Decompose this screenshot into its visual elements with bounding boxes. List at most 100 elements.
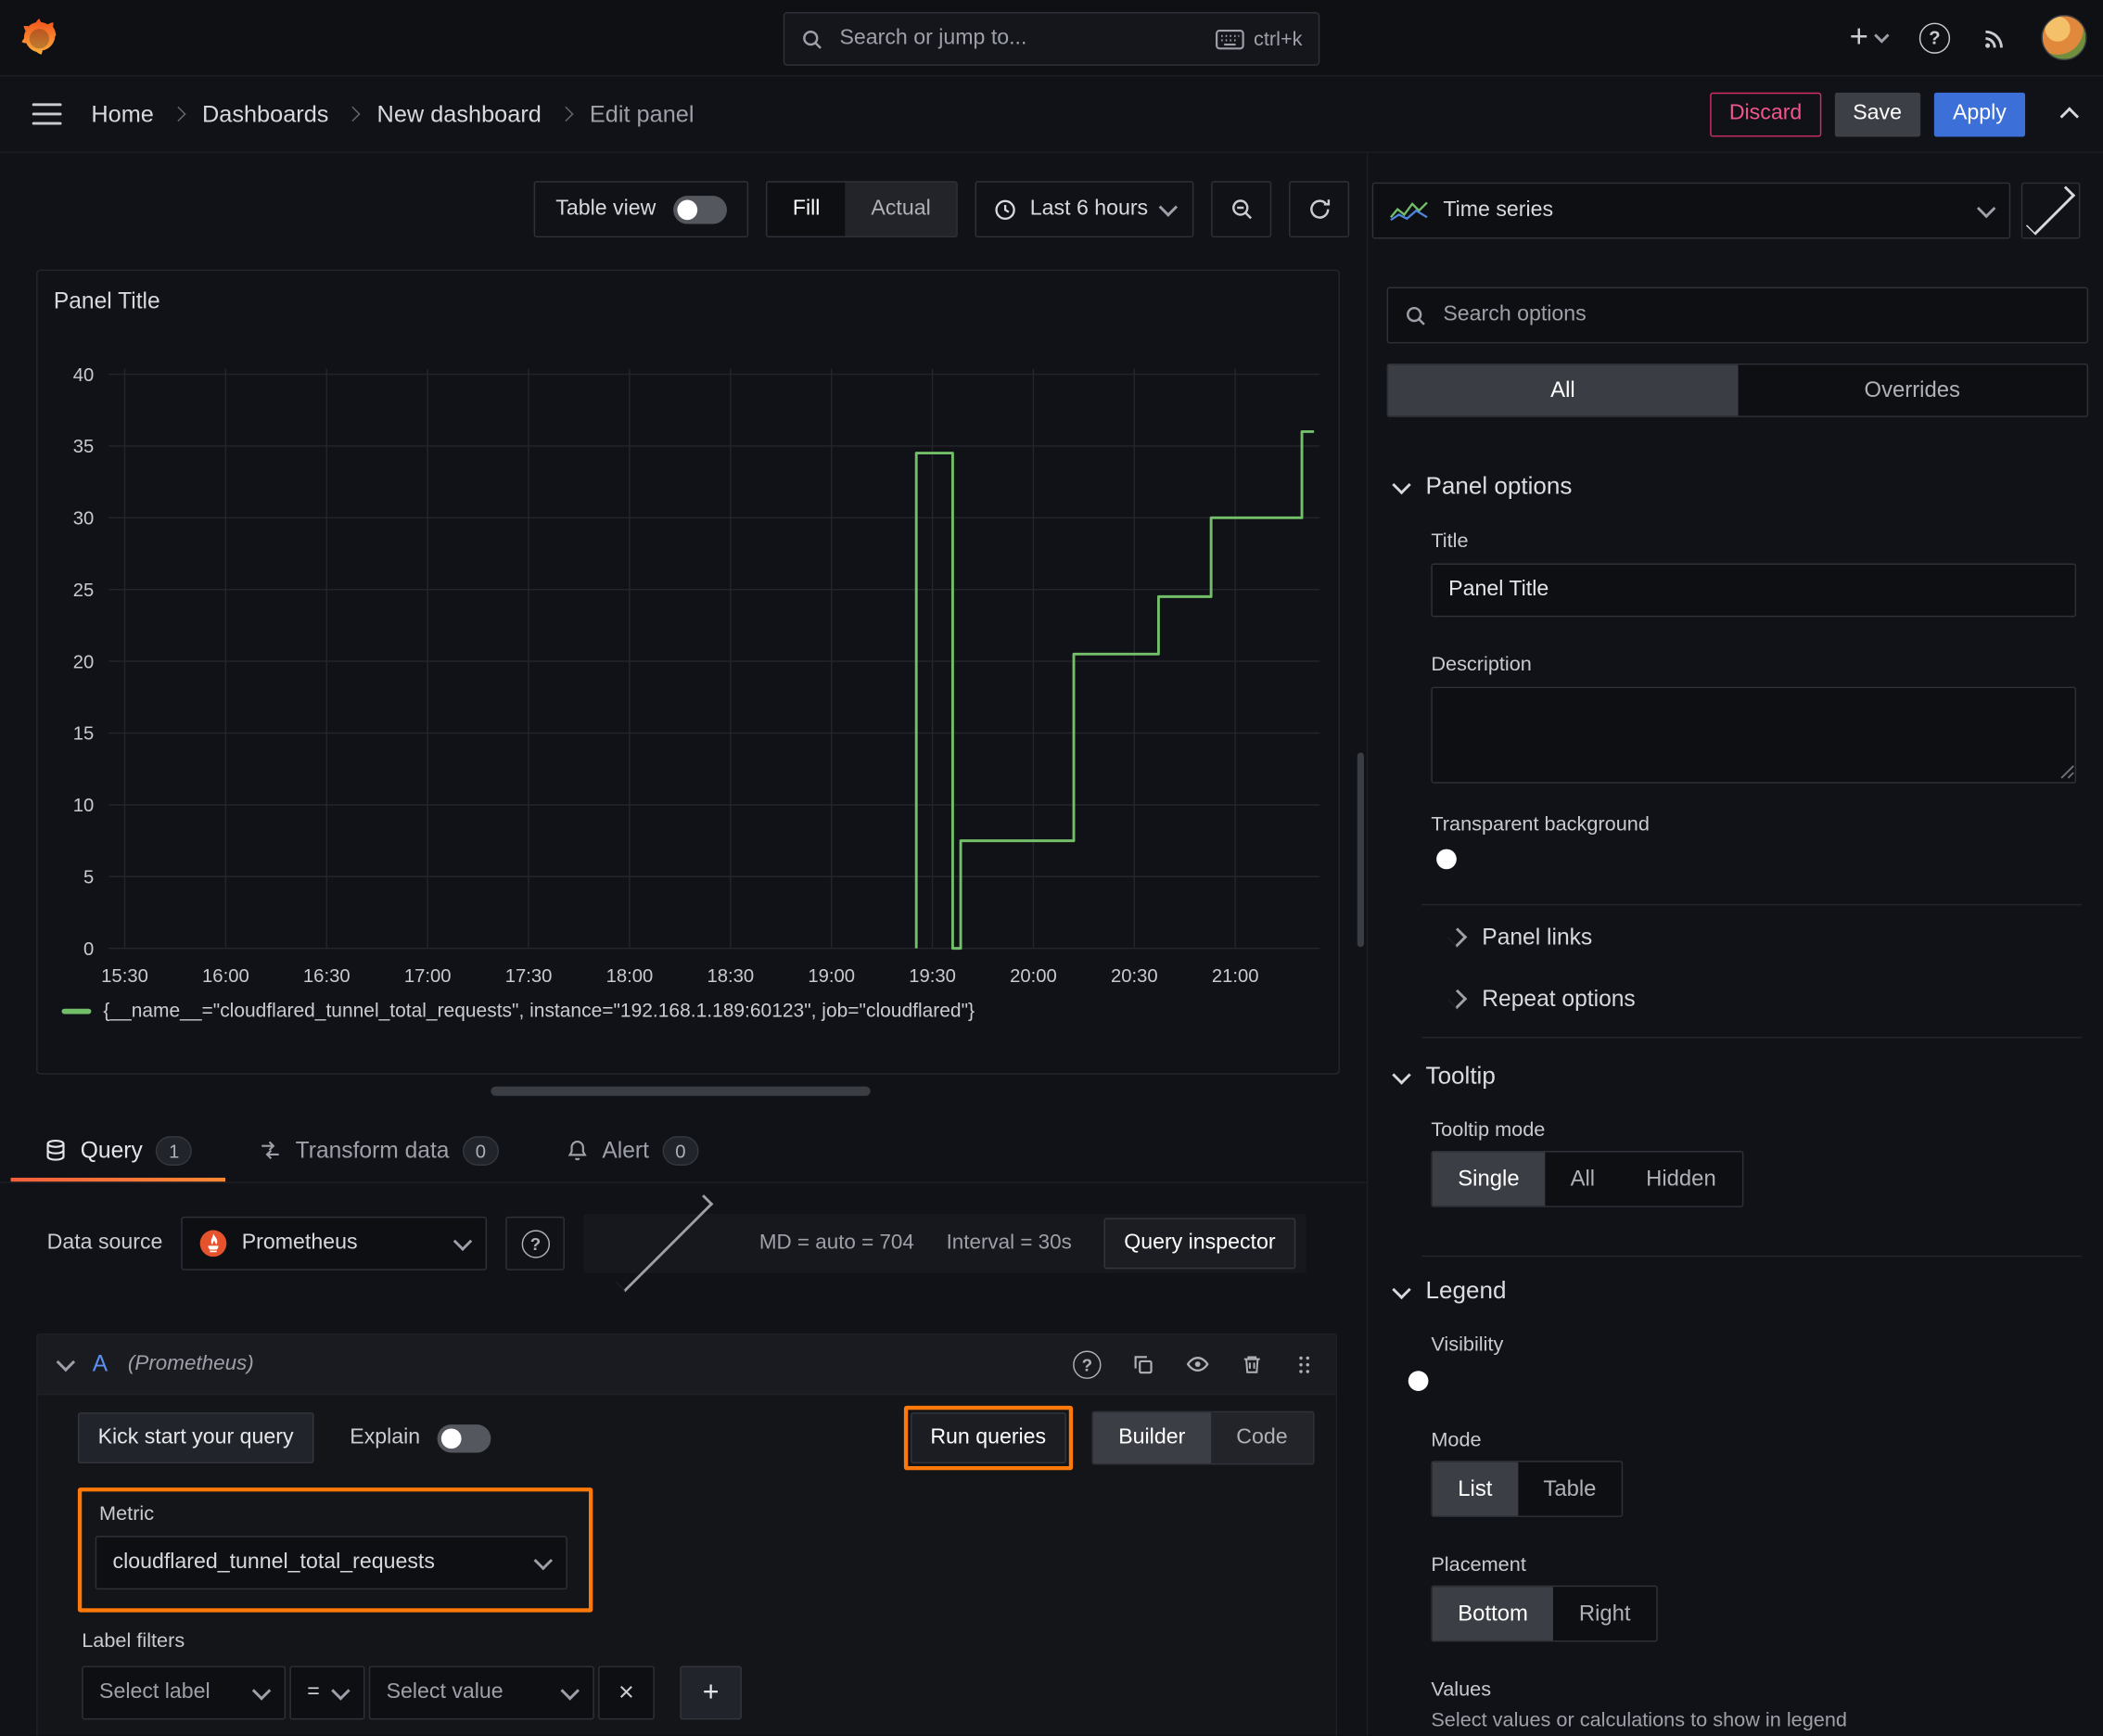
- tooltip-heading: Tooltip: [1425, 1062, 1496, 1090]
- visualization-picker[interactable]: Time series: [1371, 182, 2011, 239]
- chart-legend-item[interactable]: {__name__="cloudflared_tunnel_total_requ…: [61, 1001, 975, 1022]
- options-search-input[interactable]: [1440, 301, 2071, 329]
- query-editor-card: A (Prometheus) ? Kick start your query E…: [36, 1333, 1338, 1736]
- explain-toggle[interactable]: [437, 1423, 491, 1452]
- time-range-picker[interactable]: Last 6 hours: [975, 181, 1194, 238]
- chevron-down-icon: [1976, 198, 1996, 219]
- panel-title-input[interactable]: [1431, 563, 2077, 618]
- select-label-dropdown[interactable]: Select label: [82, 1666, 287, 1720]
- mode-label: Mode: [1431, 1428, 1482, 1452]
- user-avatar[interactable]: [2041, 14, 2087, 61]
- copy-icon[interactable]: [1132, 1353, 1155, 1376]
- panel-view-toolbar: Table view Fill Actual Last 6 hours: [534, 181, 1350, 238]
- select-value-dropdown[interactable]: Select value: [368, 1666, 594, 1720]
- drag-handle-icon[interactable]: [1294, 1353, 1315, 1376]
- fill-option[interactable]: Fill: [767, 182, 846, 236]
- collapse-options-button[interactable]: [2020, 182, 2081, 239]
- breadcrumb-home[interactable]: Home: [91, 100, 154, 128]
- resize-handle[interactable]: [491, 1086, 871, 1096]
- panel-actions: Discard Save Apply: [1710, 92, 2084, 136]
- add-filter-button[interactable]: +: [680, 1666, 742, 1720]
- code-option[interactable]: Code: [1211, 1412, 1313, 1463]
- chevron-down-icon: [1874, 28, 1890, 44]
- tab-alert[interactable]: Alert 0: [532, 1118, 732, 1181]
- chevron-up-icon[interactable]: [2059, 102, 2080, 126]
- select-value-placeholder: Select value: [386, 1680, 503, 1704]
- breadcrumb-new-dashboard[interactable]: New dashboard: [377, 100, 542, 128]
- scrollbar[interactable]: [1357, 752, 1365, 948]
- description-textarea[interactable]: [1431, 686, 2077, 784]
- tooltip-all-option[interactable]: All: [1545, 1152, 1620, 1206]
- query-options-bar: MD = auto = 704 Interval = 30s Query ins…: [583, 1194, 1306, 1293]
- trash-icon[interactable]: [1241, 1353, 1264, 1376]
- tooltip-single-option[interactable]: Single: [1432, 1152, 1546, 1206]
- repeat-options-section[interactable]: Repeat options: [1447, 986, 1636, 1013]
- table-view-toggle[interactable]: [673, 195, 728, 223]
- fill-actual-switch: Fill Actual: [765, 181, 958, 238]
- tab-all[interactable]: All: [1388, 364, 1738, 416]
- tab-overrides[interactable]: Overrides: [1738, 364, 2087, 415]
- query-inspector-button[interactable]: Query inspector: [1103, 1218, 1296, 1270]
- grafana-logo-icon[interactable]: [16, 15, 61, 60]
- chevron-down-icon: [453, 1232, 473, 1252]
- chevron-right-icon[interactable]: [616, 1194, 714, 1293]
- help-button[interactable]: ?: [1918, 21, 1951, 54]
- divider: [1421, 1037, 2082, 1039]
- discard-button[interactable]: Discard: [1710, 92, 1821, 136]
- zoom-out-button[interactable]: [1211, 181, 1272, 238]
- tab-query[interactable]: Query 1: [10, 1118, 226, 1182]
- chevron-right-icon: [557, 106, 574, 122]
- label-filters-label: Label filters: [82, 1629, 185, 1653]
- transform-count-badge: 0: [462, 1135, 499, 1166]
- tab-transform-data[interactable]: Transform data 0: [225, 1118, 532, 1181]
- metric-select[interactable]: cloudflared_tunnel_total_requests: [95, 1536, 567, 1590]
- operator-dropdown[interactable]: =: [289, 1666, 365, 1720]
- legend-section[interactable]: Legend: [1392, 1277, 1506, 1305]
- panel-options-section[interactable]: Panel options: [1392, 472, 1572, 500]
- placement-bottom-option[interactable]: Bottom: [1432, 1587, 1554, 1640]
- menu-icon[interactable]: [32, 103, 62, 125]
- max-data-points: MD = auto = 704: [758, 1231, 914, 1255]
- svg-text:10: 10: [73, 796, 95, 816]
- breadcrumb-dashboards[interactable]: Dashboards: [202, 100, 329, 128]
- chevron-down-icon[interactable]: [56, 1352, 76, 1372]
- svg-text:19:00: 19:00: [808, 966, 855, 987]
- time-series-chart: 0 5 10 15 20 25 30 35 40 15:30 16:00 16:30 17:00 17:3…: [73, 365, 1320, 987]
- tooltip-section[interactable]: Tooltip: [1392, 1062, 1496, 1091]
- svg-text:17:00: 17:00: [404, 966, 452, 987]
- refresh-button[interactable]: [1289, 181, 1350, 238]
- legend-list-option[interactable]: List: [1432, 1462, 1518, 1516]
- panel-links-section[interactable]: Panel links: [1447, 925, 1592, 951]
- save-button[interactable]: Save: [1833, 92, 1921, 136]
- close-icon: ×: [618, 1677, 634, 1707]
- global-search-input[interactable]: [836, 25, 1202, 53]
- kickstart-query-button[interactable]: Kick start your query: [77, 1412, 314, 1464]
- datasource-select[interactable]: Prometheus: [181, 1216, 488, 1270]
- actual-option[interactable]: Actual: [846, 183, 956, 236]
- eye-icon[interactable]: [1186, 1352, 1210, 1376]
- svg-text:16:00: 16:00: [202, 966, 249, 987]
- new-menu-button[interactable]: +: [1850, 20, 1890, 54]
- datasource-help-button[interactable]: ?: [505, 1216, 566, 1270]
- global-search[interactable]: ctrl+k: [783, 12, 1320, 66]
- query-count-badge: 1: [156, 1135, 193, 1166]
- run-queries-button[interactable]: Run queries: [910, 1412, 1066, 1464]
- options-search[interactable]: [1386, 287, 2089, 344]
- remove-filter-button[interactable]: ×: [598, 1666, 655, 1720]
- builder-option[interactable]: Builder: [1092, 1412, 1211, 1464]
- series-color-swatch: [61, 1008, 92, 1015]
- legend-table-option[interactable]: Table: [1518, 1462, 1622, 1516]
- metric-label: Metric: [99, 1502, 155, 1525]
- svg-text:35: 35: [73, 437, 95, 457]
- apply-button[interactable]: Apply: [1933, 92, 2026, 136]
- news-broadcast-icon[interactable]: [1982, 24, 2009, 51]
- visualization-value: Time series: [1443, 198, 1554, 222]
- run-queries-highlight: Run queries: [903, 1405, 1074, 1471]
- legend-mode-switch: List Table: [1431, 1461, 1624, 1517]
- query-help-button[interactable]: ?: [1073, 1349, 1102, 1379]
- tooltip-hidden-option[interactable]: Hidden: [1621, 1152, 1742, 1206]
- query-row-header[interactable]: A (Prometheus) ?: [37, 1334, 1336, 1396]
- chevron-down-icon: [1392, 475, 1411, 494]
- placement-right-option[interactable]: Right: [1553, 1587, 1656, 1640]
- chevron-right-icon: [1447, 989, 1468, 1010]
